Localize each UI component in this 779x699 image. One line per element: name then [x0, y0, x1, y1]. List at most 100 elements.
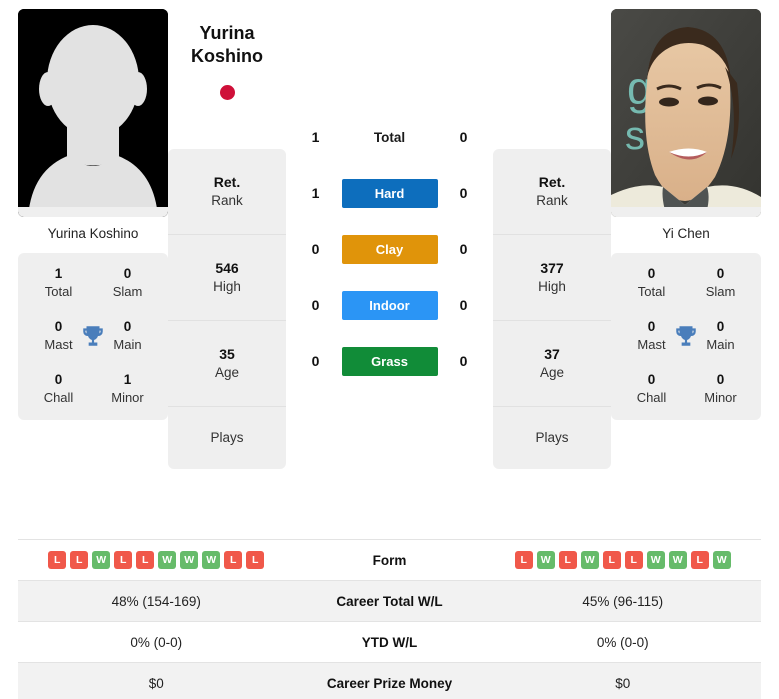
table-row: 0% (0-0) YTD W/L 0% (0-0) [18, 622, 761, 664]
left-rank-caption: Rank [211, 193, 243, 209]
left-total-num: 1 [54, 266, 63, 282]
left-slam-num: 0 [123, 266, 132, 282]
trophy-glyph [83, 326, 103, 346]
h2h-right-score: 0 [459, 129, 468, 146]
left-form-strip: LLWLLWWWLL [18, 551, 295, 570]
right-total-lbl: Total [637, 284, 666, 300]
right-minor-num: 0 [716, 372, 725, 388]
left-total-lbl: Total [44, 284, 73, 300]
form-badge-w[interactable]: W [712, 551, 731, 570]
stat-right-value: 45% (96-115) [582, 593, 664, 609]
right-titles-grid: 0 Total 0 Slam 0 Mast 0 Main 0 Chall 0 M… [617, 265, 755, 406]
right-titles-box: 0 Total 0 Slam 0 Mast 0 Main 0 Chall 0 M… [611, 253, 761, 421]
right-high-value: 377 [540, 260, 564, 277]
right-age-caption: Age [539, 365, 565, 381]
left-high-caption: High [213, 279, 241, 295]
left-player-name-line1: Yurina [199, 23, 255, 43]
form-badge-l[interactable]: L [136, 551, 155, 570]
right-high-caption: High [538, 279, 566, 295]
form-badge-w[interactable]: W [158, 551, 177, 570]
left-player-photo[interactable] [18, 9, 168, 218]
right-titles-total: 0 Total [617, 265, 686, 300]
form-badge-l[interactable]: L [224, 551, 243, 570]
h2h-left-score: 0 [311, 297, 320, 314]
form-badge-w[interactable]: W [646, 551, 665, 570]
player-photo-image: g s [611, 9, 761, 218]
stats-comparison-table: L L W L L W W W L L Form L W L W L L W W L W 48% (154-169) Car… [18, 539, 761, 699]
right-total-num: 0 [647, 266, 656, 282]
left-titles-box: 1 Total 0 Slam 0 Mast 0 Main 0 Chall 1 M… [18, 253, 168, 421]
form-badge-w[interactable]: W [580, 551, 599, 570]
form-badge-w[interactable]: W [180, 551, 199, 570]
left-age-cell: 35 Age [168, 321, 286, 408]
left-minor-num: 1 [123, 372, 132, 388]
right-titles-chall: 0 Chall [617, 371, 686, 406]
h2h-row-clay: 0 Clay 0 [286, 221, 493, 277]
surface-badge-indoor[interactable]: Indoor [341, 290, 438, 320]
h2h-right-score: 0 [459, 185, 468, 202]
form-badge-w[interactable]: W [202, 551, 221, 570]
form-badge-l[interactable]: L [558, 551, 577, 570]
right-chall-lbl: Chall [636, 390, 667, 406]
table-row: 48% (154-169) Career Total W/L 45% (96-115… [18, 581, 761, 623]
stat-label: YTD W/L [361, 634, 418, 650]
left-age-value: 35 [219, 346, 235, 363]
form-badge-l[interactable]: L [48, 551, 67, 570]
stat-left-value: 48% (154-169) [111, 593, 201, 609]
stat-right-value: 0% (0-0) [596, 634, 649, 650]
head-to-head-column: 1 Total 0 1 Hard 0 0 Clay 0 0 Indoor 0 0 Grass 0 [286, 109, 493, 389]
left-titles-total: 1 Total [24, 265, 93, 300]
table-row: $0 Career Prize Money $0 [18, 663, 761, 699]
h2h-label-total: Total [373, 129, 406, 145]
h2h-left-score: 0 [311, 241, 320, 258]
form-badge-l[interactable]: L [514, 551, 533, 570]
avatar-placeholder-icon [18, 9, 168, 218]
right-rank-cell: Ret. Rank [493, 149, 611, 236]
left-rank-value: Ret. [213, 174, 241, 191]
left-chall-lbl: Chall [43, 390, 74, 406]
right-photo-caption: Yi Chen [662, 226, 710, 242]
form-badge-l[interactable]: L [624, 551, 643, 570]
h2h-right-score: 0 [459, 297, 468, 314]
left-rank-cell: Ret. Rank [168, 149, 286, 236]
right-rank-column: Ret. Rank 377 High 37 Age Plays [493, 149, 611, 470]
right-plays-caption: Plays [535, 430, 569, 446]
trophy-glyph [676, 326, 696, 346]
form-badge-l[interactable]: L [602, 551, 621, 570]
h2h-left-score: 1 [311, 185, 320, 202]
right-player-column: g s Yi Chen 0 Total 0 Slam 0 Mast 0 Main… [611, 9, 761, 421]
right-high-cell: 377 High [493, 235, 611, 322]
table-row: L L W L L W W W L L Form L W L W L L W W L W [18, 540, 762, 582]
surface-badge-clay[interactable]: Clay [341, 234, 438, 264]
right-slam-num: 0 [716, 266, 725, 282]
stat-label: Career Prize Money [326, 675, 453, 691]
left-titles-grid: 1 Total 0 Slam 0 Mast 0 Main 0 Chall 1 M… [24, 265, 162, 406]
left-titles-chall: 0 Chall [24, 371, 93, 406]
form-badge-l[interactable]: L [70, 551, 89, 570]
surface-badge-hard[interactable]: Hard [341, 178, 438, 208]
stat-left-value: 0% (0-0) [130, 634, 183, 650]
h2h-row-grass: 0 Grass 0 [286, 333, 493, 389]
form-badge-w[interactable]: W [92, 551, 111, 570]
right-titles-minor: 0 Minor [686, 371, 755, 406]
player-comparison-page: Yurina Koshino Yi Chen [0, 0, 779, 699]
stat-label: Career Total W/L [336, 593, 443, 609]
surface-badge-grass[interactable]: Grass [341, 346, 438, 376]
right-plays-cell: Plays [493, 407, 611, 469]
form-badge-w[interactable]: W [668, 551, 687, 570]
left-titles-minor: 1 Minor [93, 371, 162, 406]
h2h-left-score: 1 [311, 129, 320, 146]
right-form-strip: LWLWLLWWLW [485, 551, 762, 570]
form-badge-l[interactable]: L [690, 551, 709, 570]
right-rank-panel: Ret. Rank 377 High 37 Age Plays [493, 149, 611, 470]
h2h-right-score: 0 [459, 241, 468, 258]
left-photo-caption: Yurina Koshino [47, 226, 139, 242]
right-player-photo[interactable]: g s [611, 9, 761, 218]
stat-left-value: $0 [148, 675, 164, 691]
form-badge-w[interactable]: W [536, 551, 555, 570]
trophy-icon [80, 323, 106, 349]
left-minor-lbl: Minor [111, 390, 144, 406]
form-badge-l[interactable]: L [246, 551, 265, 570]
header-center-spacer [286, 0, 643, 109]
form-badge-l[interactable]: L [114, 551, 133, 570]
